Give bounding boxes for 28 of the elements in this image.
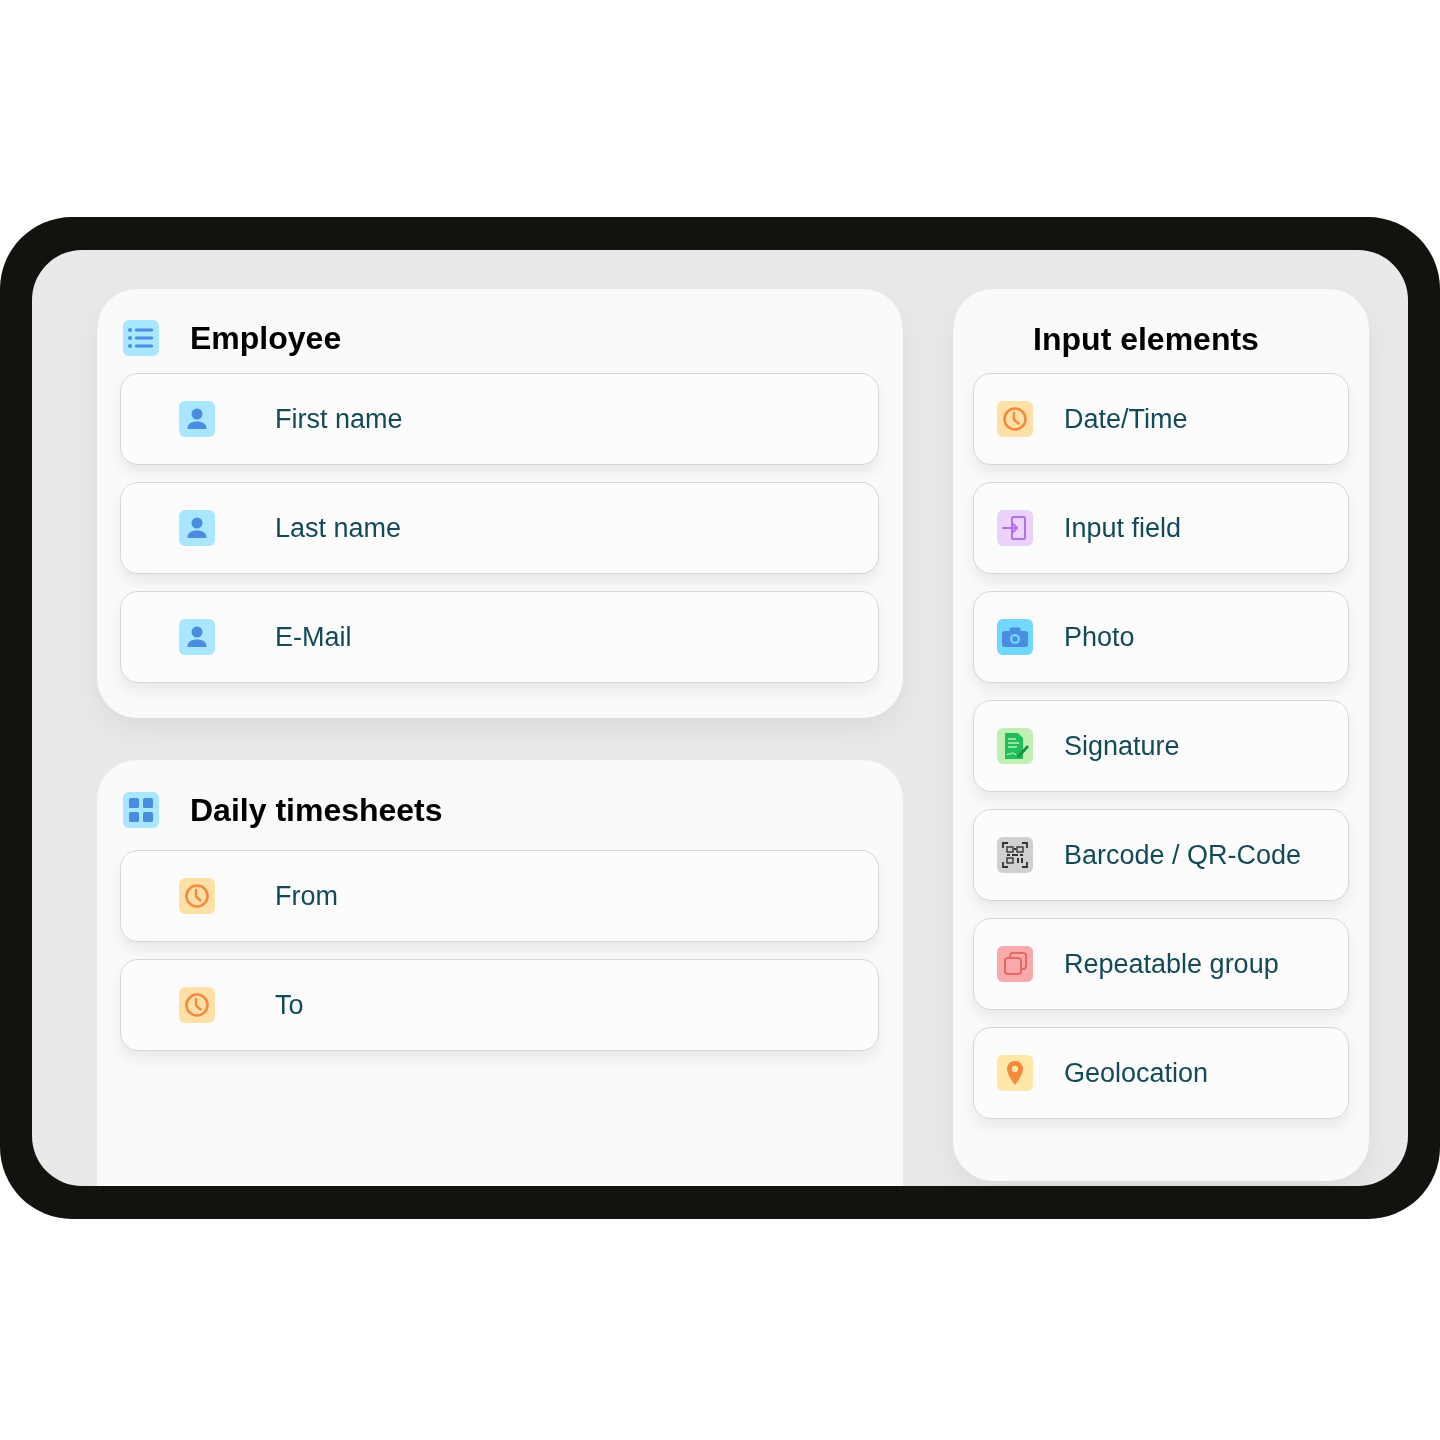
panel-title: Employee: [190, 322, 342, 354]
field-label: Barcode / QR-Code: [1064, 841, 1302, 869]
camera-icon: [997, 619, 1033, 655]
field-label: Date/Time: [1064, 405, 1188, 433]
field-label: E-Mail: [275, 623, 352, 651]
field-label: Input field: [1064, 514, 1182, 542]
panel-title: Input elements: [1033, 323, 1259, 355]
list-icon: [123, 320, 159, 356]
clock-icon: [179, 987, 215, 1023]
field-label: Repeatable group: [1064, 950, 1279, 978]
document-pen-icon: [997, 728, 1033, 764]
panel-title: Daily timesheets: [190, 794, 443, 826]
field-label: Photo: [1064, 623, 1135, 651]
person-icon: [179, 510, 215, 546]
clock-icon: [997, 401, 1033, 437]
field-label: From: [275, 882, 338, 910]
field-label: To: [275, 991, 304, 1019]
stacked-squares-icon: [997, 946, 1033, 982]
field-label: First name: [275, 405, 403, 433]
field-label: Last name: [275, 514, 402, 542]
qr-code-icon: [997, 837, 1033, 873]
person-icon: [179, 401, 215, 437]
grid-icon: [123, 792, 159, 828]
field-label: Geolocation: [1064, 1059, 1209, 1087]
person-icon: [179, 619, 215, 655]
field-label: Signature: [1064, 732, 1180, 760]
location-pin-icon: [997, 1055, 1033, 1091]
clock-icon: [179, 878, 215, 914]
